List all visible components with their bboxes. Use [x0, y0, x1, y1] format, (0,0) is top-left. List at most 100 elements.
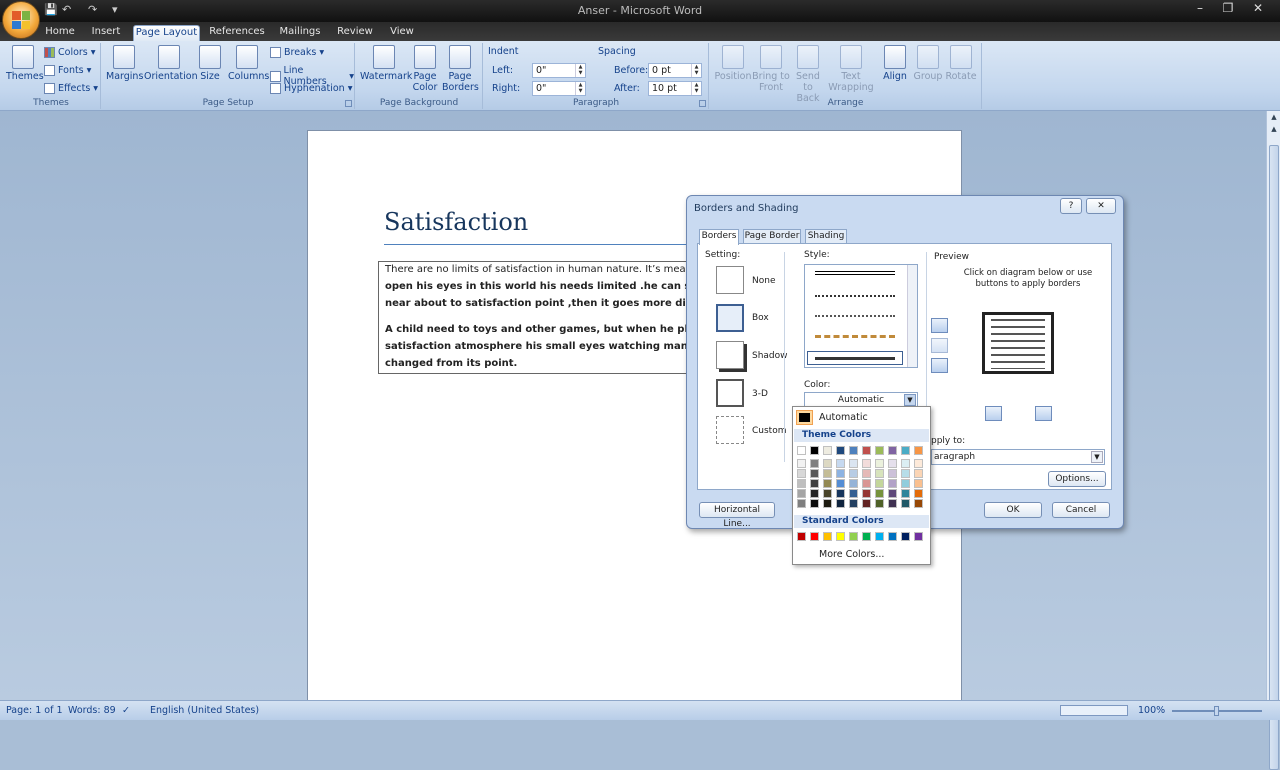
- maximize-button[interactable]: ❐: [1214, 0, 1242, 18]
- spin-arrows-icon[interactable]: ▲ ▼: [691, 82, 701, 95]
- indent-left-input[interactable]: 0" ▲ ▼: [532, 63, 586, 78]
- theme-shade-swatch[interactable]: [862, 499, 871, 508]
- tab-mailings[interactable]: Mailings: [275, 25, 325, 41]
- watermark-button[interactable]: Watermark: [360, 45, 412, 82]
- theme-shade-swatch[interactable]: [888, 459, 897, 468]
- proofing-icon[interactable]: ✓: [122, 705, 130, 716]
- effects-button[interactable]: Effects ▾: [44, 83, 98, 94]
- setting-shadow-icon[interactable]: [716, 341, 744, 369]
- theme-shade-swatch[interactable]: [901, 499, 910, 508]
- rotate-button[interactable]: Rotate: [944, 45, 978, 82]
- right-border-button[interactable]: [1035, 406, 1052, 421]
- bordered-paragraph[interactable]: There are no limits of satisfaction in h…: [378, 261, 708, 374]
- theme-shade-swatch[interactable]: [810, 499, 819, 508]
- theme-shade-swatch[interactable]: [888, 499, 897, 508]
- options-button[interactable]: Options...: [1048, 471, 1106, 487]
- theme-shade-swatch[interactable]: [823, 479, 832, 488]
- save-icon[interactable]: 💾: [44, 3, 58, 16]
- standard-color-swatch[interactable]: [823, 532, 832, 541]
- paragraph-launcher[interactable]: [699, 100, 706, 107]
- style-option-dash-dot[interactable]: [815, 335, 895, 338]
- standard-color-swatch[interactable]: [797, 532, 806, 541]
- theme-color-swatch[interactable]: [810, 446, 819, 455]
- setting-none-icon[interactable]: [716, 266, 744, 294]
- bottom-border-button[interactable]: [931, 358, 948, 373]
- setting-none-label[interactable]: None: [752, 276, 775, 286]
- theme-shade-swatch[interactable]: [797, 459, 806, 468]
- theme-color-swatch[interactable]: [888, 446, 897, 455]
- tab-page-layout[interactable]: Page Layout: [133, 25, 200, 41]
- horizontal-line-button[interactable]: Horizontal Line...: [699, 502, 775, 529]
- theme-color-swatch[interactable]: [862, 446, 871, 455]
- theme-shade-swatch[interactable]: [914, 479, 923, 488]
- theme-shade-swatch[interactable]: [875, 499, 884, 508]
- dialog-close-button[interactable]: ✕: [1086, 198, 1116, 214]
- scroll-up-icon[interactable]: ▲: [1269, 125, 1279, 135]
- redo-icon[interactable]: ↷: [88, 3, 97, 16]
- zoom-slider-thumb[interactable]: [1214, 706, 1219, 716]
- inside-horizontal-border-button[interactable]: [931, 338, 948, 353]
- preview-diagram[interactable]: [982, 312, 1054, 374]
- tab-home[interactable]: Home: [40, 25, 80, 41]
- theme-shade-swatch[interactable]: [875, 459, 884, 468]
- standard-color-swatch[interactable]: [914, 532, 923, 541]
- help-button[interactable]: ?: [1060, 198, 1082, 214]
- setting-box-label[interactable]: Box: [752, 313, 769, 323]
- theme-shade-swatch[interactable]: [901, 459, 910, 468]
- undo-icon[interactable]: ↶: [62, 3, 71, 16]
- page-count[interactable]: Page: 1 of 1: [6, 705, 63, 716]
- theme-color-swatch[interactable]: [914, 446, 923, 455]
- ok-button[interactable]: OK: [984, 502, 1042, 518]
- page-setup-launcher[interactable]: [345, 100, 352, 107]
- breaks-button[interactable]: Breaks ▾: [270, 47, 324, 58]
- chevron-down-icon[interactable]: ▼: [904, 394, 916, 406]
- apply-to-select[interactable]: aragraph ▼: [931, 449, 1105, 465]
- theme-shade-swatch[interactable]: [797, 489, 806, 498]
- theme-shade-swatch[interactable]: [901, 479, 910, 488]
- scroll-up-icon[interactable]: ▲: [1269, 113, 1279, 123]
- style-option-wavy[interactable]: [815, 295, 895, 297]
- position-button[interactable]: Position: [712, 45, 754, 82]
- customize-qat-icon[interactable]: ▾: [112, 3, 118, 16]
- indent-right-input[interactable]: 0" ▲ ▼: [532, 81, 586, 96]
- standard-color-swatch[interactable]: [875, 532, 884, 541]
- fonts-button[interactable]: Fonts ▾: [44, 65, 91, 76]
- tab-review[interactable]: Review: [333, 25, 377, 41]
- theme-shade-swatch[interactable]: [849, 479, 858, 488]
- automatic-swatch[interactable]: [796, 410, 813, 425]
- word-count[interactable]: Words: 89: [68, 705, 116, 716]
- standard-color-swatch[interactable]: [901, 532, 910, 541]
- style-option-thick[interactable]: [815, 357, 895, 360]
- style-option-double-wavy[interactable]: [815, 315, 895, 317]
- theme-shade-swatch[interactable]: [836, 459, 845, 468]
- tab-shading[interactable]: Shading: [805, 229, 847, 244]
- theme-shade-swatch[interactable]: [862, 459, 871, 468]
- theme-shade-swatch[interactable]: [875, 479, 884, 488]
- theme-shade-swatch[interactable]: [836, 479, 845, 488]
- theme-shade-swatch[interactable]: [914, 469, 923, 478]
- standard-color-swatch[interactable]: [862, 532, 871, 541]
- theme-shade-swatch[interactable]: [901, 469, 910, 478]
- theme-shade-swatch[interactable]: [862, 469, 871, 478]
- colors-button[interactable]: Colors ▾: [44, 47, 96, 58]
- theme-shade-swatch[interactable]: [836, 489, 845, 498]
- theme-shade-swatch[interactable]: [823, 469, 832, 478]
- theme-shade-swatch[interactable]: [862, 489, 871, 498]
- group-button[interactable]: Group: [912, 45, 944, 82]
- left-border-button[interactable]: [985, 406, 1002, 421]
- tab-references[interactable]: References: [206, 25, 268, 41]
- hyphenation-button[interactable]: Hyphenation ▾: [270, 83, 352, 94]
- align-button[interactable]: Align: [880, 45, 910, 82]
- minimize-button[interactable]: –: [1186, 0, 1214, 18]
- theme-shade-swatch[interactable]: [836, 499, 845, 508]
- themes-button[interactable]: Themes: [6, 45, 44, 82]
- theme-shade-swatch[interactable]: [901, 489, 910, 498]
- style-list[interactable]: [804, 264, 918, 368]
- theme-shade-swatch[interactable]: [862, 479, 871, 488]
- theme-shade-swatch[interactable]: [888, 469, 897, 478]
- cancel-button[interactable]: Cancel: [1052, 502, 1110, 518]
- theme-color-swatch[interactable]: [797, 446, 806, 455]
- style-option-double[interactable]: [815, 271, 895, 275]
- top-border-button[interactable]: [931, 318, 948, 333]
- spacing-before-input[interactable]: 0 pt ▲ ▼: [648, 63, 702, 78]
